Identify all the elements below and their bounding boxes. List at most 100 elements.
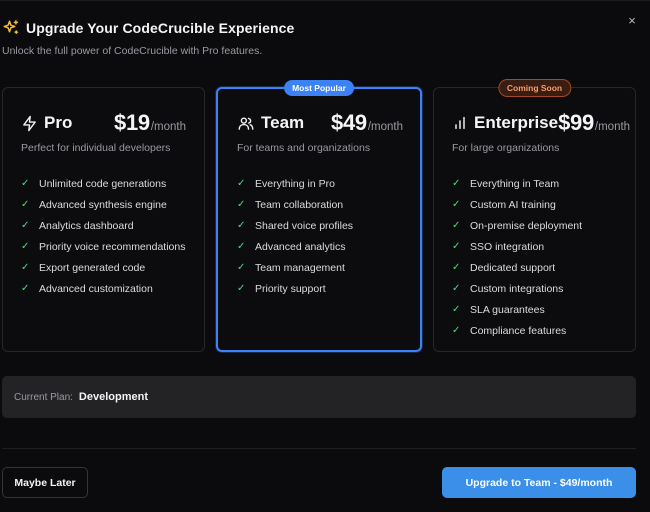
plan-description: For large organizations	[452, 142, 560, 154]
feature-item: ✓ Team management	[237, 257, 403, 278]
check-icon: ✓	[21, 262, 30, 273]
check-icon: ✓	[21, 220, 30, 231]
check-icon: ✓	[237, 178, 246, 189]
current-plan-value: Development	[78, 391, 148, 403]
close-button[interactable]: ×	[624, 13, 640, 29]
coming-soon-badge: Coming Soon	[497, 79, 572, 97]
feature-text: SLA guarantees	[470, 303, 545, 316]
check-icon: ✓	[452, 241, 461, 252]
check-icon: ✓	[452, 220, 461, 231]
check-icon: ✓	[452, 199, 461, 210]
plan-description: Perfect for individual developers	[21, 142, 171, 154]
feature-item: ✓ Priority voice recommendations	[21, 236, 186, 257]
plan-card-enterprise[interactable]: Coming Soon Enterprise $99 /month For la…	[433, 79, 636, 352]
plan-name: Pro	[44, 113, 73, 132]
bar-chart-icon	[452, 115, 468, 131]
check-icon: ✓	[237, 199, 246, 210]
feature-list: ✓ Unlimited code generations ✓ Advanced sy…	[21, 173, 186, 299]
footer-divider	[2, 448, 636, 449]
card-header: Team $49 /month	[237, 108, 403, 138]
check-icon: ✓	[452, 262, 461, 273]
feature-text: Export generated code	[39, 261, 146, 274]
card-header: Pro $19 /month	[21, 108, 186, 138]
plan-price: $99 /month	[558, 110, 630, 136]
lightning-icon	[21, 115, 38, 132]
sparkles-icon	[2, 19, 20, 37]
feature-item: ✓ Analytics dashboard	[21, 215, 186, 236]
check-icon: ✓	[237, 262, 246, 273]
check-icon: ✓	[452, 178, 461, 189]
feature-text: Everything in Team	[470, 177, 560, 190]
maybe-later-button[interactable]: Maybe Later	[2, 467, 88, 498]
feature-item: ✓ Export generated code	[21, 257, 186, 278]
feature-text: Team collaboration	[255, 198, 344, 211]
feature-text: Priority support	[255, 282, 326, 295]
price-amount: $99	[558, 110, 594, 135]
users-icon	[237, 115, 255, 132]
feature-text: Unlimited code generations	[39, 177, 167, 190]
feature-item: ✓ SLA guarantees	[452, 299, 617, 320]
feature-text: Shared voice profiles	[255, 219, 354, 232]
feature-text: Advanced synthesis engine	[39, 198, 167, 211]
plan-name: Enterprise	[474, 113, 559, 132]
feature-list: ✓ Everything in Pro ✓ Team collaboration ✓…	[237, 173, 403, 299]
check-icon: ✓	[237, 241, 246, 252]
feature-item: ✓ SSO integration	[452, 236, 617, 257]
feature-item: ✓ Everything in Pro	[237, 173, 403, 194]
plan-title: Enterprise	[452, 113, 558, 133]
feature-text: Advanced customization	[39, 282, 153, 295]
feature-item: ✓ Advanced customization	[21, 278, 186, 299]
feature-item: ✓ Advanced analytics	[237, 236, 403, 257]
check-icon: ✓	[21, 283, 30, 294]
most-popular-badge: Most Popular	[284, 80, 354, 96]
price-period: /month	[367, 121, 403, 133]
plan-card-pro[interactable]: Pro $19 /month Perfect for individual de…	[2, 87, 205, 352]
close-icon: ×	[628, 13, 636, 28]
feature-text: Advanced analytics	[255, 240, 346, 253]
feature-item: ✓ Advanced synthesis engine	[21, 194, 186, 215]
price-period: /month	[594, 121, 631, 133]
check-icon: ✓	[237, 220, 246, 231]
feature-item: ✓ Unlimited code generations	[21, 173, 186, 194]
check-icon: ✓	[21, 199, 30, 210]
plan-card-team[interactable]: Most Popular Team $49 /month For teams a…	[216, 80, 422, 352]
check-icon: ✓	[452, 325, 461, 336]
check-icon: ✓	[452, 304, 461, 315]
feature-text: Team management	[255, 261, 345, 274]
modal-subtitle: Unlock the full power of CodeCrucible wi…	[2, 45, 263, 57]
current-plan-bar: Current Plan: Development	[2, 376, 636, 418]
feature-item: ✓ Custom AI training	[452, 194, 617, 215]
check-icon: ✓	[237, 283, 246, 294]
feature-item: ✓ Custom integrations	[452, 278, 617, 299]
check-icon: ✓	[21, 178, 30, 189]
plan-price: $49 /month	[331, 110, 403, 136]
plan-name: Team	[261, 113, 305, 132]
price-amount: $19	[114, 110, 150, 135]
feature-item: ✓ Priority support	[237, 278, 403, 299]
card-header: Enterprise $99 /month	[452, 108, 630, 138]
feature-text: Compliance features	[470, 324, 567, 337]
feature-item: ✓ Compliance features	[452, 320, 617, 341]
upgrade-button[interactable]: Upgrade to Team - $49/month	[442, 467, 636, 498]
feature-item: ✓ Everything in Team	[452, 173, 617, 194]
feature-item: ✓ Shared voice profiles	[237, 215, 403, 236]
plan-title: Pro	[21, 113, 72, 133]
plan-title: Team	[237, 113, 304, 133]
current-plan-label: Current Plan:	[14, 391, 73, 403]
check-icon: ✓	[452, 283, 461, 294]
feature-text: Priority voice recommendations	[39, 240, 186, 253]
feature-item: ✓ Team collaboration	[237, 194, 403, 215]
feature-item: ✓ On-premise deployment	[452, 215, 617, 236]
feature-text: Custom AI training	[470, 198, 556, 211]
modal-title: Upgrade Your CodeCrucible Experience	[26, 20, 295, 36]
price-amount: $49	[331, 110, 367, 135]
feature-text: On-premise deployment	[470, 219, 583, 232]
plan-price: $19 /month	[114, 110, 186, 136]
feature-text: Custom integrations	[470, 282, 564, 295]
feature-text: Everything in Pro	[255, 177, 335, 190]
feature-text: Analytics dashboard	[39, 219, 134, 232]
modal-header: Upgrade Your CodeCrucible Experience Unl…	[2, 19, 294, 57]
upgrade-modal: × Upgrade Your CodeCrucible Experience U…	[0, 0, 650, 512]
feature-list: ✓ Everything in Team ✓ Custom AI training …	[452, 173, 617, 341]
feature-text: Dedicated support	[470, 261, 556, 274]
